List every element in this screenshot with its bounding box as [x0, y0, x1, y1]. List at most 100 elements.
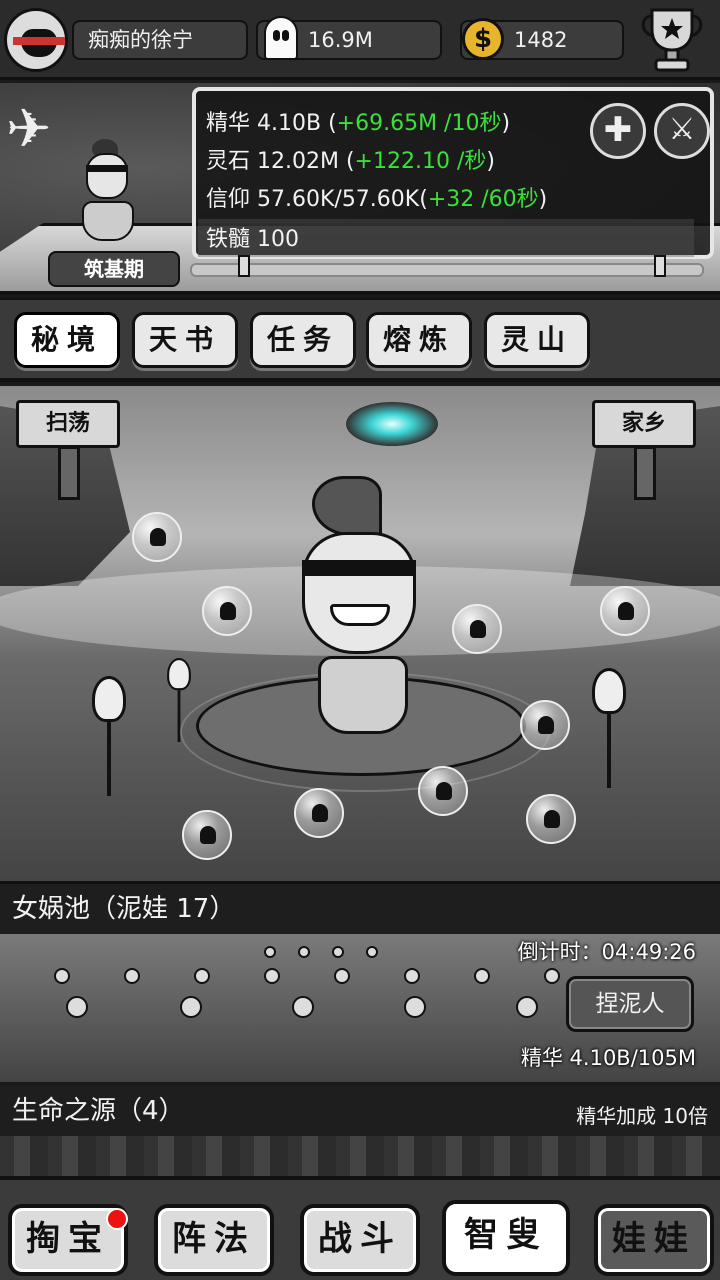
lotus-bud-stem — [607, 712, 611, 788]
paper-crane-icon[interactable]: ✈ — [6, 97, 51, 160]
spirit-bubble-icon[interactable] — [452, 604, 502, 654]
mud-doll-icon — [474, 968, 490, 984]
stat-spirit-stone: 灵石 12.02M (+122.10 /秒) — [206, 149, 495, 174]
spirit-bubble-icon[interactable] — [294, 788, 344, 838]
nuwa-pool-title: 女娲池（泥娃 17） — [0, 884, 720, 934]
hero-torso — [318, 656, 408, 734]
spirit-bubble-icon[interactable] — [520, 700, 570, 750]
coin-value: 1482 — [514, 28, 568, 52]
stat-faith: 信仰 57.60K/57.60K(+32 /60秒) — [206, 187, 548, 212]
mud-doll-icon — [332, 946, 344, 958]
board-post-right — [654, 255, 666, 277]
stats-board: 精华 4.10B (+69.65M /10秒) 灵石 12.02M (+122.… — [192, 87, 714, 259]
mud-doll-icon — [124, 968, 140, 984]
sweep-signpost[interactable]: 扫荡 — [16, 400, 120, 500]
realm-progress-bar — [190, 263, 704, 277]
player-avatar[interactable] — [4, 8, 68, 72]
pool-essence: 精华 4.10B/105M — [520, 1046, 696, 1070]
nav-battle[interactable]: 战斗 — [300, 1204, 420, 1276]
home-signpost-pole — [634, 446, 656, 500]
lotus-bud-flower — [592, 668, 626, 714]
life-source-section: 生命之源（4） 精华加成 10倍 — [0, 1086, 720, 1176]
bottom-nav: 掏宝 阵法 战斗 智叟 娃娃 — [0, 1176, 720, 1280]
mud-doll-icon — [366, 946, 378, 958]
mud-doll-icon — [516, 996, 538, 1018]
mud-doll-icon — [194, 968, 210, 984]
trophy-icon[interactable] — [636, 4, 708, 76]
top-bar: 痴痴的徐宁 16.9M $ 1482 — [0, 0, 720, 80]
spirit-bubble-icon[interactable] — [132, 512, 182, 562]
mud-doll-icon — [404, 996, 426, 1018]
sweep-signpost-pole — [58, 446, 80, 500]
realm-label: 筑基期 — [48, 251, 180, 287]
lotus-bud-flower — [92, 676, 126, 722]
mud-doll-icon — [66, 996, 88, 1018]
spirit-bubble-icon[interactable] — [526, 794, 576, 844]
tab-secret-realm[interactable]: 秘境 — [14, 312, 120, 368]
nuwa-pool-section: 女娲池（泥娃 17） 倒计时：04:49:26 捏泥人 精华 4.10B/105… — [0, 884, 720, 1082]
ghost-currency[interactable]: 16.9M — [256, 16, 442, 60]
notification-badge — [106, 1208, 128, 1230]
mud-doll-icon — [544, 968, 560, 984]
plus-icon: ✚ — [603, 110, 633, 150]
tab-heavenly-book[interactable]: 天书 — [132, 312, 238, 368]
hero-head — [302, 532, 416, 654]
nav-formation[interactable]: 阵法 — [154, 1204, 274, 1276]
tab-smelting[interactable]: 熔炼 — [366, 312, 472, 368]
spirit-bubble-icon[interactable] — [600, 586, 650, 636]
coin-currency[interactable]: $ 1482 — [460, 18, 624, 60]
mud-doll-icon — [180, 996, 202, 1018]
lotus-bud-icon — [592, 668, 626, 788]
tab-bar: 秘境 天书 任务 熔炼 灵山 — [0, 298, 720, 382]
ghost-value: 16.9M — [308, 28, 373, 52]
lotus-bud-flower — [167, 658, 191, 691]
pool-countdown: 倒计时：04:49:26 — [517, 940, 696, 964]
coin-icon: $ — [462, 18, 504, 60]
stat-faith-value: 信仰 57.60K/57.60K — [206, 187, 420, 212]
sword-button[interactable]: ⚔ — [654, 103, 710, 159]
secret-realm-scene: 扫荡 家乡 — [0, 386, 720, 884]
sword-icon: ⚔ — [668, 112, 696, 147]
stat-essence-rate: +69.65M /10秒 — [336, 111, 502, 136]
vortex-portal-icon[interactable] — [346, 402, 438, 446]
lotus-bud-stem — [107, 720, 111, 796]
status-area: ✈ 筑基期 精华 4.10B (+69.65M /10秒) 灵石 12.02M … — [0, 83, 720, 295]
forest-backdrop — [0, 1136, 720, 1176]
hero-teeth — [330, 604, 390, 626]
mud-doll-icon — [264, 946, 276, 958]
avatar-headband — [13, 37, 65, 45]
hero-portrait-band — [86, 165, 128, 172]
nav-dolls[interactable]: 娃娃 — [594, 1204, 714, 1276]
ghost-icon — [264, 16, 298, 60]
home-signpost[interactable]: 家乡 — [592, 400, 696, 500]
spirit-bubble-icon[interactable] — [202, 586, 252, 636]
stat-spirit-stone-value: 灵石 12.02M — [206, 149, 339, 174]
mud-doll-icon — [264, 968, 280, 984]
tab-tasks[interactable]: 任务 — [250, 312, 356, 368]
mud-doll-icon — [334, 968, 350, 984]
spirit-bubble-icon[interactable] — [418, 766, 468, 816]
stat-spirit-stone-rate: +122.10 /秒 — [354, 149, 487, 174]
mud-doll-icon — [404, 968, 420, 984]
mud-doll-icon — [54, 968, 70, 984]
tab-spirit-mountain[interactable]: 灵山 — [484, 312, 590, 368]
mud-doll-icon — [298, 946, 310, 958]
life-source-bonus: 精华加成 10倍 — [576, 1104, 708, 1128]
sweep-label: 扫荡 — [16, 400, 120, 448]
stat-iron-marrow: 铁髓 100 — [206, 221, 299, 253]
hero-portrait[interactable] — [78, 139, 136, 249]
spirit-bubble-icon[interactable] — [182, 810, 232, 860]
lotus-bud-icon — [92, 676, 126, 796]
home-label: 家乡 — [592, 400, 696, 448]
nav-sage[interactable]: 智叟 — [442, 1200, 570, 1276]
hero-portrait-head — [86, 153, 128, 199]
hero-portrait-body — [82, 201, 134, 241]
pinch-mud-figure-button[interactable]: 捏泥人 — [566, 976, 694, 1032]
player-name: 痴痴的徐宁 — [72, 20, 248, 60]
stat-faith-rate: +32 /60秒 — [427, 187, 539, 212]
hero-character[interactable] — [282, 476, 442, 746]
mud-doll-icon — [292, 996, 314, 1018]
stat-iron-marrow-value: 铁髓 100 — [206, 227, 299, 252]
hero-crest — [312, 476, 382, 536]
plus-button[interactable]: ✚ — [590, 103, 646, 159]
